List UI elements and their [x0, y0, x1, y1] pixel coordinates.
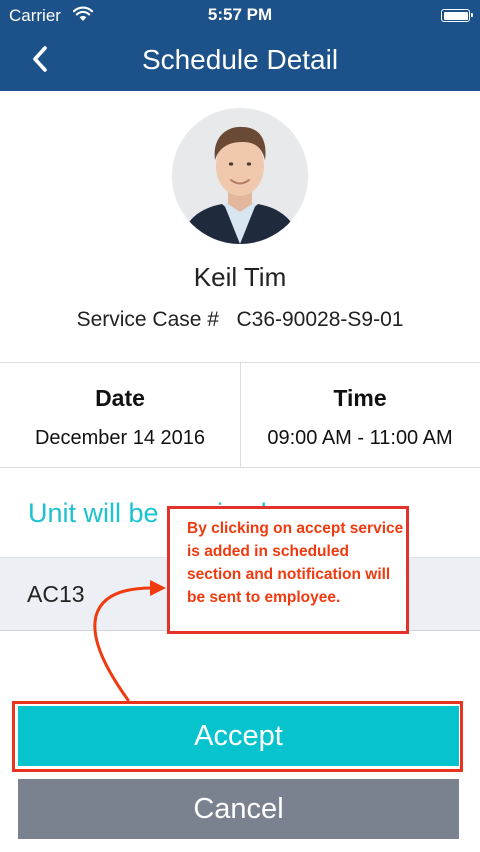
- time-label: Time: [333, 385, 387, 411]
- unit-value: AC13: [27, 581, 85, 607]
- page-title: Schedule Detail: [141, 44, 339, 75]
- annotation-text: By clicking on accept service is added i…: [187, 520, 404, 606]
- annotation-callout: By clicking on accept service is added i…: [167, 506, 409, 634]
- service-case-number: Service Case # C36-90028-S9-01: [76, 308, 404, 331]
- person-photo-icon: [172, 108, 308, 244]
- schedule-datetime-table: Date December 14 2016 Time 09:00 AM - 11…: [0, 362, 480, 468]
- avatar: [172, 108, 308, 244]
- battery-icon: [441, 9, 473, 22]
- accept-button[interactable]: Accept: [18, 706, 459, 766]
- column-divider: [240, 363, 241, 467]
- cancel-button[interactable]: Cancel: [18, 779, 459, 839]
- person-name: Keil Tim: [193, 262, 287, 292]
- date-label: Date: [95, 385, 145, 411]
- status-bar: Carrier 5:57 PM: [0, 0, 480, 32]
- time-value: 09:00 AM - 11:00 AM: [267, 427, 453, 449]
- header: Carrier 5:57 PM Schedule Detail: [0, 0, 480, 91]
- status-time: 5:57 PM: [207, 5, 273, 24]
- date-value: December 14 2016: [34, 427, 206, 449]
- nav-bar: Schedule Detail: [0, 32, 480, 91]
